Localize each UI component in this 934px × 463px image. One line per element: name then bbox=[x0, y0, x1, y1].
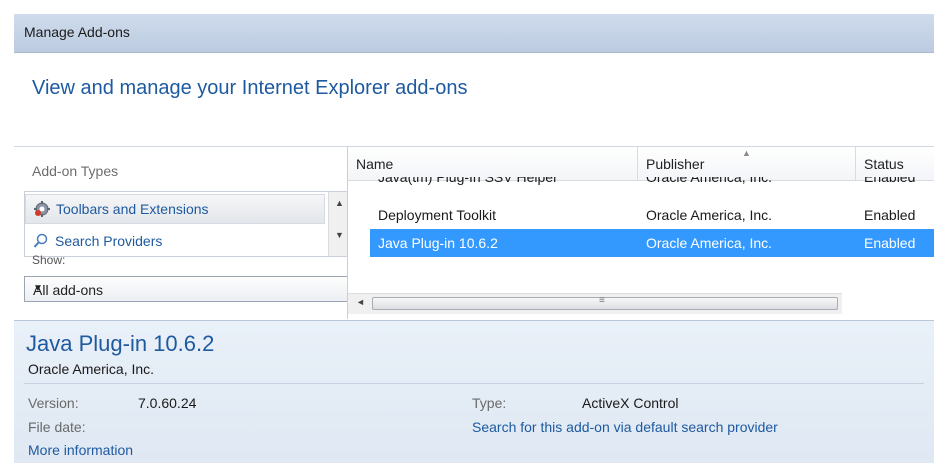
gear-icon bbox=[32, 199, 52, 219]
sort-arrow-icon: ▲ bbox=[742, 148, 751, 158]
column-header-name[interactable]: Name bbox=[348, 147, 638, 181]
details-separator bbox=[24, 383, 924, 384]
type-label: Type: bbox=[472, 395, 507, 411]
selected-addon-publisher: Oracle America, Inc. bbox=[28, 361, 155, 377]
addons-list: Name Publisher Status ▲ Java(tm) Plug-In… bbox=[348, 147, 934, 319]
show-label: Show: bbox=[32, 253, 66, 267]
header-area: View and manage your Internet Explorer a… bbox=[14, 53, 934, 147]
more-information-link[interactable]: More information bbox=[28, 442, 133, 458]
version-label: Version: bbox=[28, 395, 79, 411]
type-item-search-providers[interactable]: Search Providers bbox=[25, 226, 325, 256]
window-frame bbox=[0, 0, 14, 462]
column-header-status[interactable]: Status bbox=[856, 147, 934, 181]
title-bar: Manage Add-ons bbox=[14, 14, 934, 53]
type-value: ActiveX Control bbox=[582, 395, 679, 411]
version-value: 7.0.60.24 bbox=[138, 395, 197, 411]
page-heading: View and manage your Internet Explorer a… bbox=[32, 77, 468, 99]
search-icon bbox=[31, 231, 51, 251]
type-item-toolbars[interactable]: Toolbars and Extensions bbox=[25, 194, 325, 224]
table-row[interactable]: Java(tm) Plug-In SSV Helper Oracle Ameri… bbox=[370, 177, 934, 191]
addon-types-list: Toolbars and Extensions Search Providers… bbox=[24, 191, 352, 257]
scroll-down-arrow-icon[interactable]: ▼ bbox=[335, 230, 344, 240]
search-addon-link[interactable]: Search for this add-on via default searc… bbox=[472, 419, 778, 435]
type-item-label: Toolbars and Extensions bbox=[56, 201, 209, 217]
type-item-label: Search Providers bbox=[55, 233, 163, 249]
file-date-label: File date: bbox=[28, 419, 86, 435]
scroll-up-arrow-icon[interactable]: ▲ bbox=[335, 198, 344, 208]
table-row[interactable]: Deployment Toolkit Oracle America, Inc. … bbox=[370, 201, 934, 229]
list-horizontal-scrollbar[interactable]: ◄ ≡ bbox=[348, 293, 842, 314]
window-title: Manage Add-ons bbox=[24, 24, 130, 40]
scroll-left-arrow-icon[interactable]: ◄ bbox=[356, 297, 365, 307]
table-row-selected[interactable]: Java Plug-in 10.6.2 Oracle America, Inc.… bbox=[370, 229, 934, 257]
grip-icon: ≡ bbox=[599, 295, 605, 306]
show-dropdown[interactable]: All add-ons ▼ bbox=[24, 276, 350, 302]
addon-types-panel: Add-on Types Toolbars and Extensions Sea… bbox=[14, 147, 352, 319]
scrollbar-thumb[interactable]: ≡ bbox=[372, 295, 838, 310]
addon-types-label: Add-on Types bbox=[32, 163, 119, 179]
details-pane: Java Plug-in 10.6.2 Oracle America, Inc.… bbox=[14, 320, 934, 463]
selected-addon-name: Java Plug-in 10.6.2 bbox=[26, 331, 215, 356]
chevron-down-icon: ▼ bbox=[33, 283, 43, 294]
